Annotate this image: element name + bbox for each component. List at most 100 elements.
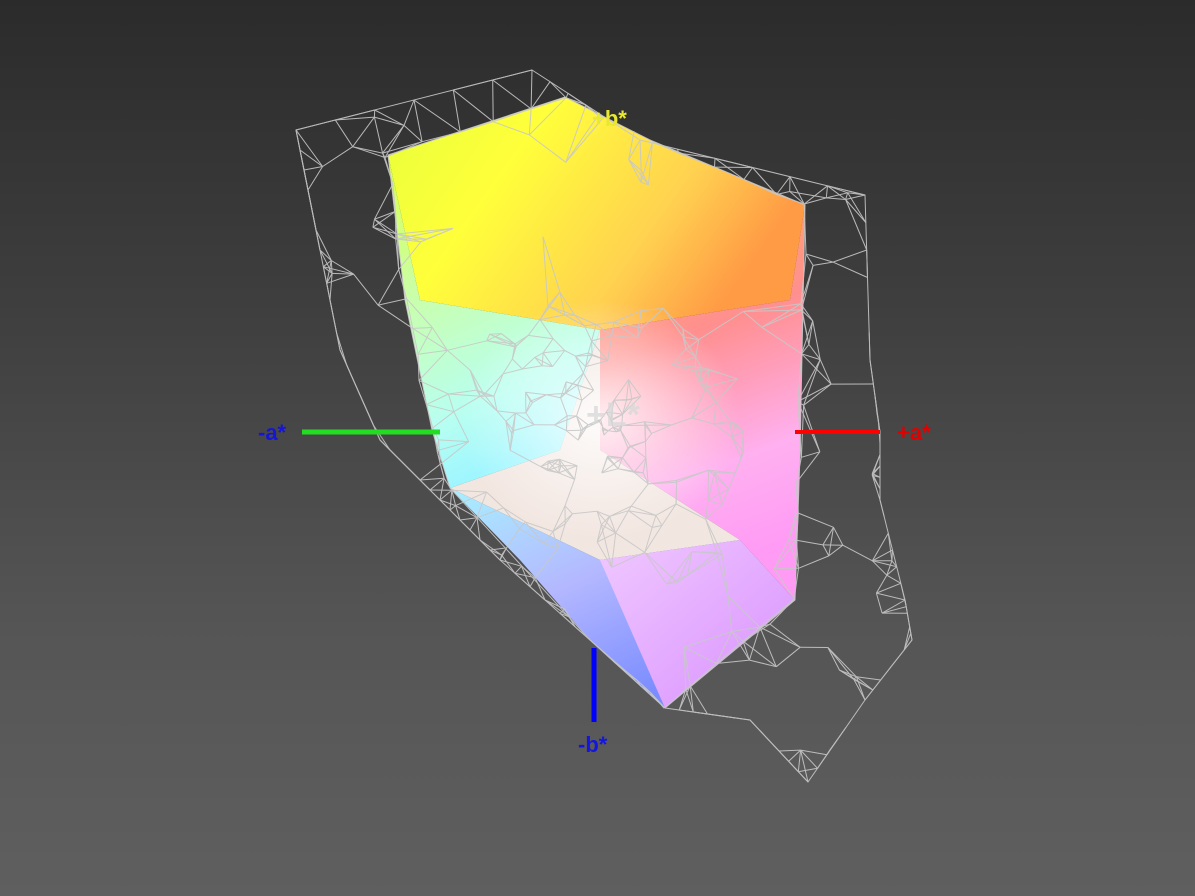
mesh-edge: [881, 606, 907, 614]
mesh-edge: [800, 749, 809, 783]
mesh-edge: [326, 283, 331, 301]
mesh-edge: [479, 539, 502, 556]
mesh-edge: [808, 320, 814, 345]
mesh-edge: [876, 412, 881, 433]
mesh-edge: [489, 549, 501, 561]
plus-l-label: +L*: [586, 396, 641, 434]
mesh-edge: [377, 269, 400, 306]
mesh-edge: [866, 249, 868, 278]
mesh-edge: [419, 463, 441, 481]
mesh-edge: [819, 359, 832, 385]
mesh-edge: [817, 748, 831, 769]
mesh-edge: [825, 185, 828, 198]
mesh-edge: [469, 529, 491, 551]
mesh-edge: [707, 470, 710, 501]
mesh-edge: [908, 619, 911, 627]
mesh-edge: [827, 647, 840, 671]
mesh-edge: [453, 79, 493, 91]
mesh-edge: [403, 99, 415, 126]
mesh-edge: [514, 565, 522, 574]
mesh-edge: [833, 527, 844, 546]
mesh-edge: [336, 333, 348, 366]
mesh-edge: [452, 89, 461, 133]
mesh-edge: [346, 364, 354, 381]
mesh-edge: [352, 116, 375, 147]
mesh-edge: [879, 499, 885, 517]
mesh-edge: [575, 354, 593, 357]
mesh-edge: [749, 719, 770, 742]
mesh-edge: [822, 544, 830, 557]
mesh-edge: [875, 592, 883, 614]
mesh-edge: [714, 472, 736, 474]
mesh-edge: [798, 512, 834, 528]
mesh-edge: [452, 89, 494, 123]
mesh-edge: [459, 519, 471, 531]
mesh-edge: [372, 424, 391, 451]
mesh-edge: [904, 599, 907, 607]
mesh-edge: [842, 544, 873, 562]
mesh-edge: [353, 273, 379, 306]
mesh-edge: [489, 333, 502, 335]
mesh-edge: [891, 549, 893, 561]
mesh-edge: [476, 517, 481, 541]
mesh-edge: [530, 69, 533, 109]
mesh-edge: [876, 582, 901, 594]
mesh-edge: [827, 647, 857, 678]
mesh-edge: [832, 249, 867, 263]
mesh-edge: [469, 517, 478, 531]
mesh-edge: [693, 711, 708, 715]
mesh-edge: [449, 490, 453, 511]
mesh-edge: [374, 109, 405, 126]
mesh-edge: [366, 409, 374, 426]
mesh-edge: [797, 401, 821, 453]
mesh-edge: [675, 480, 678, 505]
mesh-edge: [826, 197, 846, 200]
mesh-edge: [845, 192, 849, 200]
mesh-edge: [419, 477, 445, 481]
mesh-edge: [295, 119, 336, 131]
mesh-edge: [832, 261, 868, 278]
mesh-edge: [492, 69, 533, 81]
mesh-edge: [813, 261, 834, 266]
mesh-edge: [743, 167, 753, 180]
mesh-edge: [679, 709, 694, 713]
mesh-edge: [803, 405, 821, 452]
mesh-edge: [299, 149, 309, 191]
mesh-edge: [797, 750, 802, 772]
mesh-edge: [307, 166, 324, 191]
mesh-edge: [492, 79, 532, 110]
plus-b-label: +b*: [592, 106, 627, 131]
mesh-edge: [382, 125, 405, 154]
minus-a-label: -a*: [258, 420, 287, 445]
mesh-edge: [875, 574, 888, 594]
mesh-edge: [735, 717, 751, 721]
mesh-edge: [775, 646, 801, 668]
mesh-edge: [845, 194, 866, 200]
mesh-edge: [778, 749, 801, 752]
mesh-edge: [374, 218, 398, 235]
mesh-edge: [373, 116, 384, 154]
mesh-edge: [881, 599, 906, 614]
mesh-edge: [529, 577, 536, 587]
mesh-edge: [501, 547, 507, 556]
mesh-edge: [459, 517, 478, 521]
mesh-edge: [374, 116, 405, 126]
mesh-edge: [774, 567, 799, 570]
mesh-edge: [839, 669, 874, 691]
mesh-edge: [322, 146, 353, 167]
mesh-edge: [565, 381, 567, 394]
mesh-edge: [377, 298, 407, 306]
mesh-edge: [888, 649, 905, 671]
mesh-edge: [845, 199, 867, 223]
mesh-edge: [307, 189, 317, 231]
mesh-edge: [331, 260, 354, 275]
mesh-edge: [399, 459, 421, 481]
mesh-edge: [413, 99, 461, 133]
mesh-edge: [303, 166, 323, 171]
mesh-edge: [798, 767, 818, 773]
mesh-edge: [869, 359, 873, 373]
mesh-edge: [299, 149, 323, 167]
mesh-edge: [769, 623, 801, 648]
mesh-edge: [429, 489, 441, 501]
plus-a-label: +a*: [897, 420, 931, 445]
